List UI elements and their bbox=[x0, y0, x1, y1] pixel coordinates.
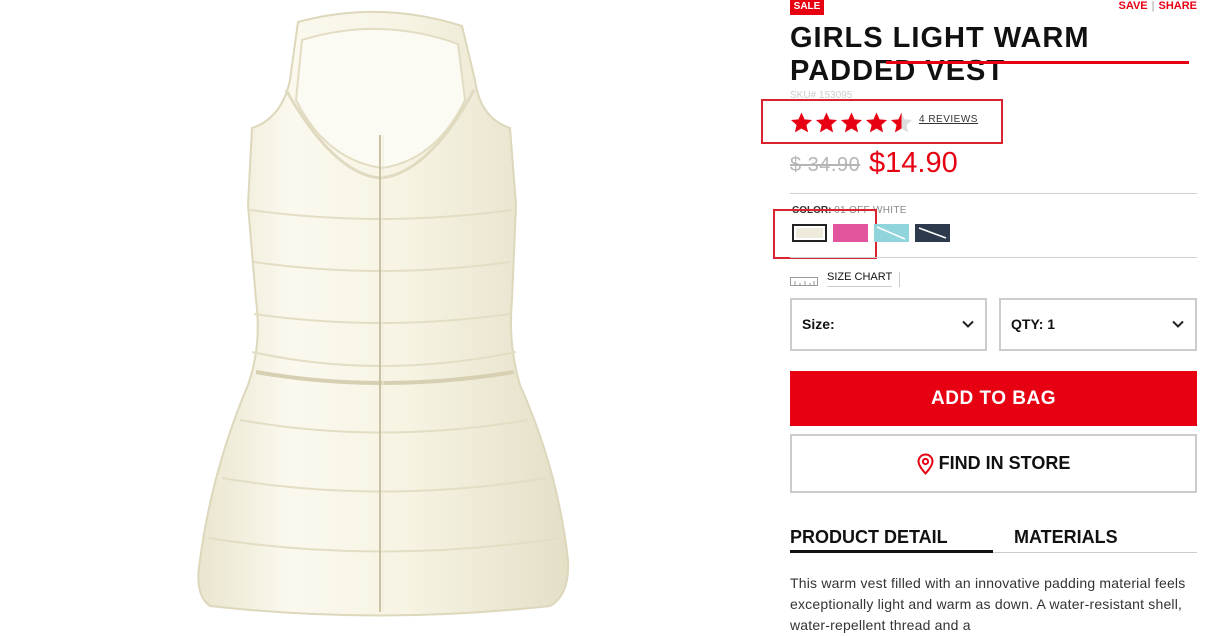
product-title: GIRLS LIGHT WARM PADDED VEST bbox=[790, 22, 1090, 87]
size-select-label: Size: bbox=[802, 316, 835, 332]
product-description: This warm vest filled with an innovative… bbox=[790, 575, 1186, 633]
tab-underline bbox=[993, 552, 1197, 553]
swatch-pattern bbox=[917, 226, 948, 240]
chevron-down-icon bbox=[962, 320, 974, 328]
find-in-store-button[interactable]: FIND IN STORE bbox=[790, 434, 1197, 493]
swatch-pattern bbox=[875, 225, 908, 241]
star-icon bbox=[790, 112, 813, 133]
swatch-off-white[interactable] bbox=[792, 224, 827, 242]
reviews-link[interactable]: 4 REVIEWS bbox=[919, 114, 978, 125]
product-tabs: PRODUCT DETAIL MATERIALS bbox=[790, 527, 1197, 554]
sale-price: $14.90 bbox=[869, 147, 958, 179]
swatch-navy[interactable] bbox=[915, 224, 950, 242]
divider bbox=[790, 257, 1197, 258]
active-tab-indicator bbox=[790, 550, 993, 553]
original-price: $ 34.90 bbox=[790, 154, 861, 176]
rating-stars[interactable] bbox=[790, 111, 913, 135]
size-chart-label[interactable]: SIZE CHART bbox=[827, 271, 893, 287]
product-image bbox=[197, 10, 570, 617]
tab-materials[interactable]: MATERIALS bbox=[1014, 527, 1118, 548]
save-link[interactable]: SAVE bbox=[1118, 0, 1147, 12]
share-link[interactable]: SHARE bbox=[1158, 0, 1197, 12]
add-to-bag-button[interactable]: ADD TO BAG bbox=[790, 371, 1197, 426]
link-separator: | bbox=[1151, 0, 1155, 12]
location-pin-icon bbox=[917, 452, 934, 475]
star-icon bbox=[840, 112, 863, 133]
quantity-select[interactable]: QTY: 1 bbox=[999, 298, 1197, 351]
find-in-store-label: FIND IN STORE bbox=[938, 453, 1071, 473]
top-links: SAVE | SHARE bbox=[1118, 0, 1197, 12]
size-select[interactable]: Size: bbox=[790, 298, 987, 351]
swatch-pink[interactable] bbox=[833, 224, 868, 242]
tab-product-detail[interactable]: PRODUCT DETAIL bbox=[790, 527, 948, 548]
swatch-light-blue[interactable] bbox=[874, 224, 909, 242]
title-underline bbox=[886, 61, 1189, 64]
sale-badge: SALE bbox=[790, 0, 824, 15]
ruler-icon bbox=[790, 277, 818, 286]
chevron-down-icon bbox=[1172, 320, 1184, 328]
swatch-fill bbox=[796, 228, 823, 238]
half-star-icon bbox=[890, 112, 913, 133]
star-icon bbox=[865, 112, 888, 133]
size-chart-separator bbox=[899, 272, 900, 287]
divider bbox=[790, 193, 1197, 194]
quantity-select-label: QTY: 1 bbox=[1011, 316, 1056, 332]
star-icon bbox=[815, 112, 838, 133]
